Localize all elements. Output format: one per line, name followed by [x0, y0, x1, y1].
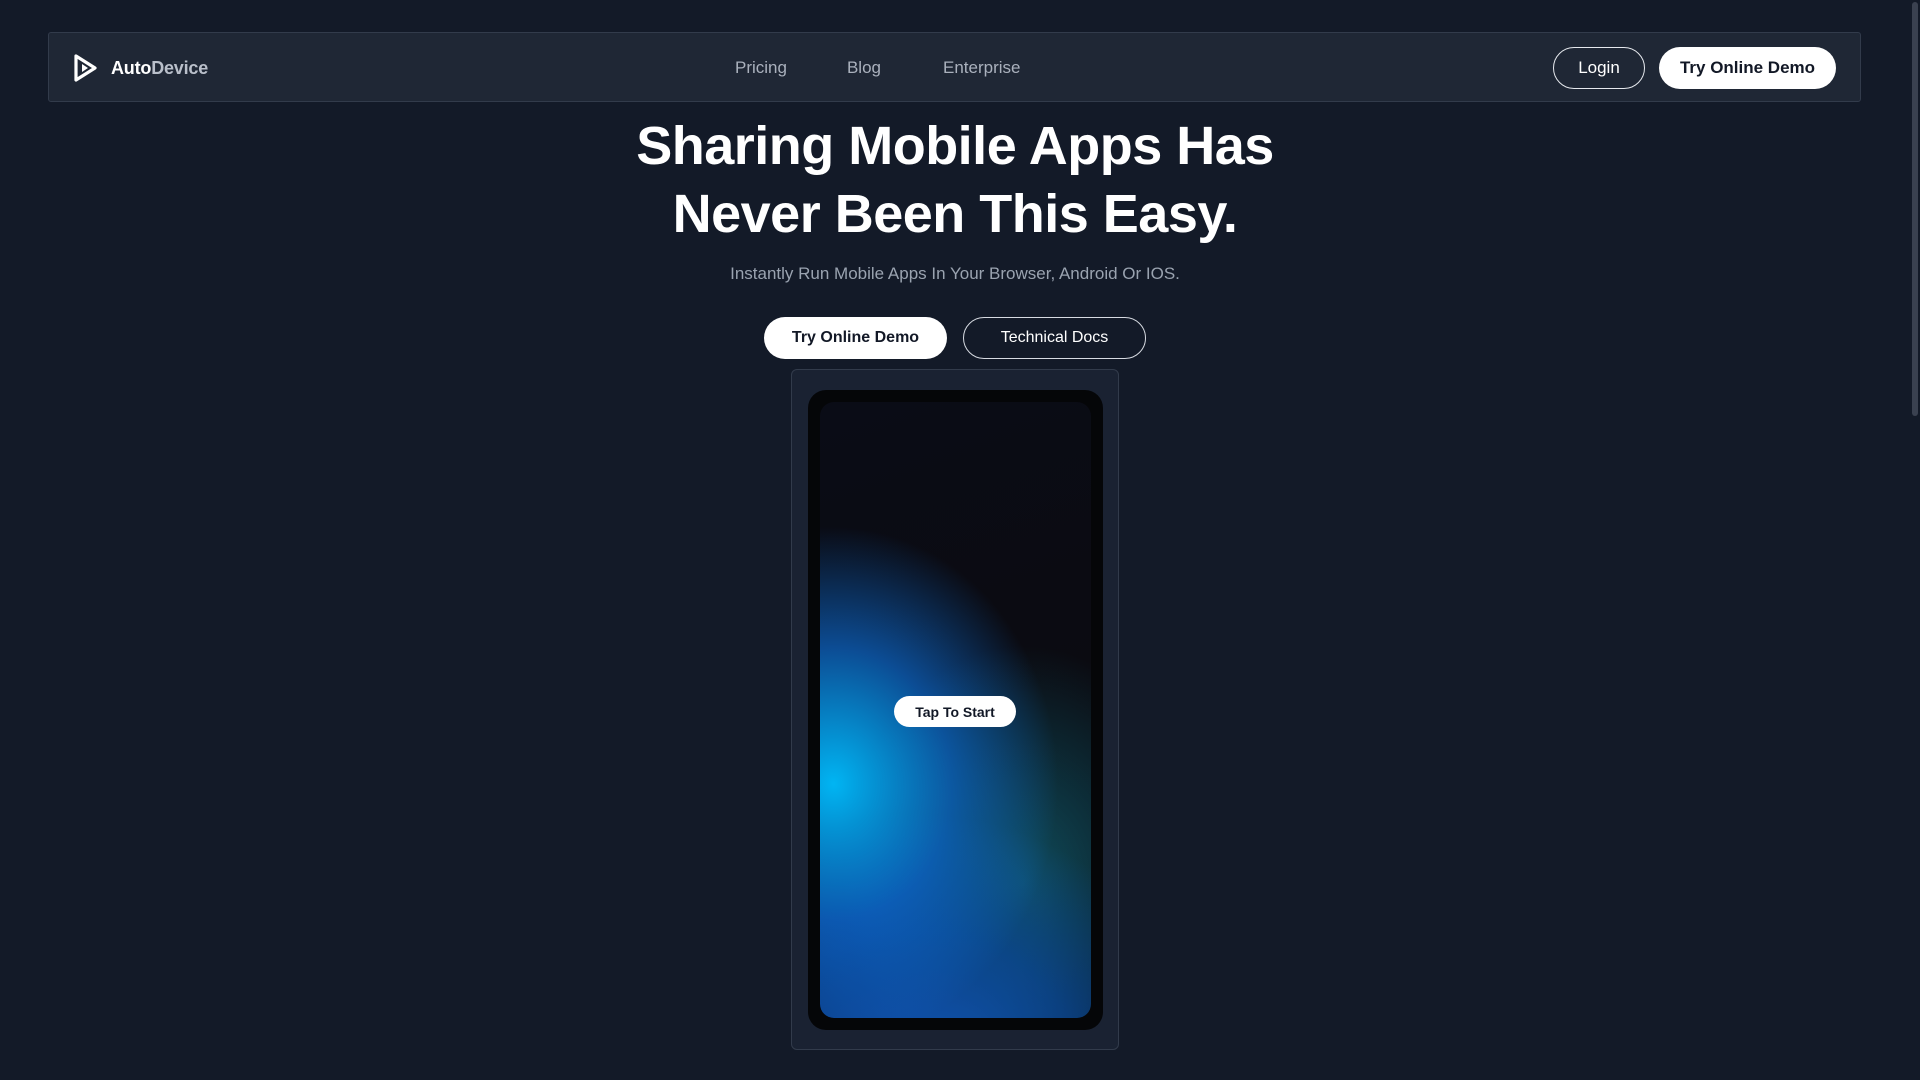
page: AutoDevice Pricing Blog Enterprise Login…: [0, 0, 1920, 1080]
nav-try-online-demo-button[interactable]: Try Online Demo: [1659, 47, 1836, 89]
nav-link-enterprise[interactable]: Enterprise: [943, 58, 1020, 78]
nav-link-pricing[interactable]: Pricing: [735, 58, 787, 78]
nav-links: Pricing Blog Enterprise: [735, 33, 1020, 103]
autodevice-logo-icon: [74, 54, 97, 82]
page-scrollbar[interactable]: [1910, 0, 1920, 1080]
technical-docs-button[interactable]: Technical Docs: [963, 317, 1146, 359]
tap-to-start-button[interactable]: Tap To Start: [894, 696, 1016, 727]
hero-title-line2: Never Been This Easy.: [672, 184, 1238, 244]
hero-title-line1: Sharing Mobile Apps Has: [636, 116, 1274, 176]
brand-name-part1: Auto: [111, 57, 152, 78]
hero-try-online-demo-button[interactable]: Try Online Demo: [764, 317, 947, 359]
brand-name: AutoDevice: [111, 58, 208, 79]
login-button[interactable]: Login: [1553, 47, 1645, 89]
phone-screen[interactable]: Tap To Start: [820, 402, 1091, 1018]
phone-frame: Tap To Start: [808, 390, 1103, 1030]
hero-title: Sharing Mobile Apps Has Never Been This …: [0, 112, 1910, 248]
nav-link-blog[interactable]: Blog: [847, 58, 881, 78]
scrollbar-thumb[interactable]: [1912, 2, 1918, 416]
brand-name-part2: Device: [151, 57, 209, 78]
hero-subtitle: Instantly Run Mobile Apps In Your Browse…: [730, 264, 1180, 283]
top-navbar: AutoDevice Pricing Blog Enterprise Login…: [48, 32, 1861, 102]
brand-logo-link[interactable]: AutoDevice: [73, 33, 208, 103]
device-preview-panel: Tap To Start: [791, 369, 1119, 1050]
